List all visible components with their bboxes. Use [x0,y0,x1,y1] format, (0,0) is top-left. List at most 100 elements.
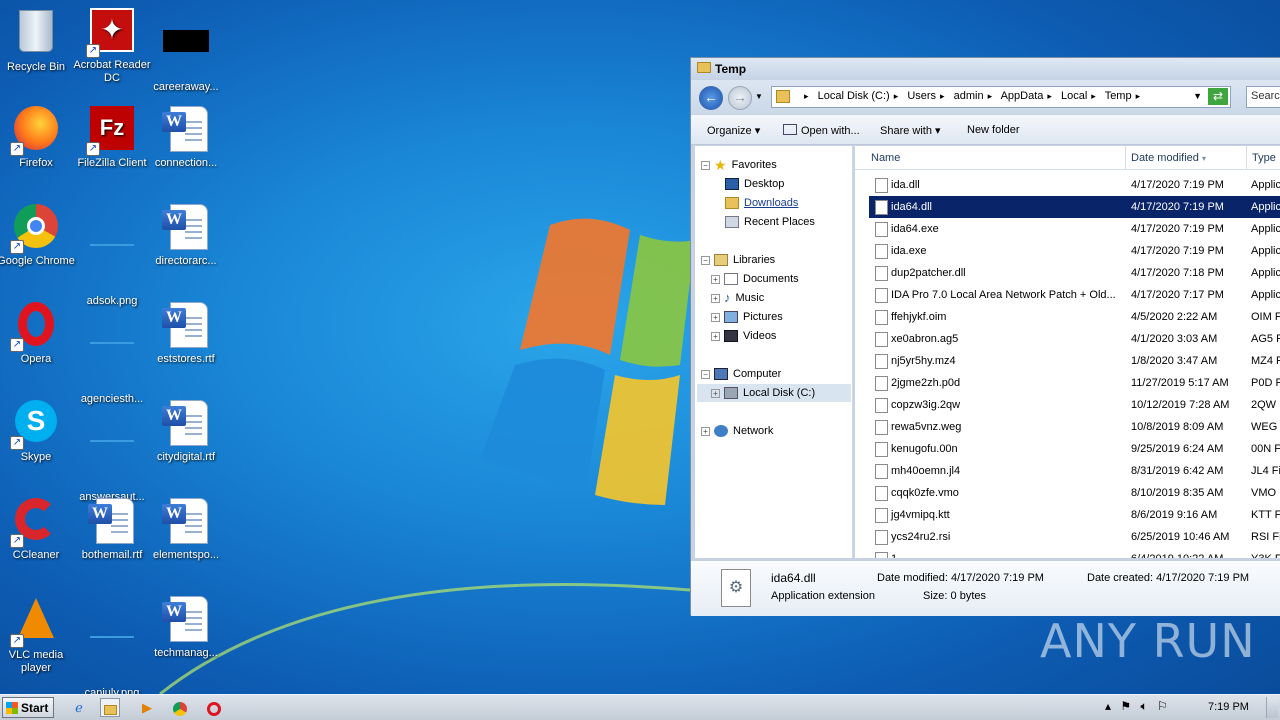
desktop-icon-citydigital[interactable]: W citydigital.rtf [146,400,226,464]
nav-downloads[interactable]: Downloads [725,194,798,212]
file-row[interactable]: kenugofu.00n 9/25/2019 6:24 AM 00N F [869,438,1280,460]
file-row[interactable]: ida.exe 4/17/2020 7:19 PM Applic [869,240,1280,262]
desktop-icon-recycle-bin[interactable]: Recycle Bin [0,8,76,74]
desktop-icon-canjuly[interactable]: canjuly.png [72,596,152,700]
file-row[interactable]: jg4vmipq.ktt 8/6/2019 9:16 AM KTT Fi [869,504,1280,526]
desktop-icon [725,178,739,191]
black-file-icon [162,30,210,78]
desktop-icon-label: connection... [154,157,218,169]
column-name[interactable]: Name [871,152,900,164]
address-dropdown-icon[interactable]: ▼ [1193,91,1202,101]
anyrun-watermark: ANY RUN [1040,614,1256,668]
file-list[interactable]: Name Date modified ▾ Type ida.dll 4/17/20… [855,146,1280,558]
chrome-taskbar-icon[interactable] [170,698,190,717]
open-with-button[interactable]: Open with... [783,124,860,137]
breadcrumb-users[interactable]: Users [907,90,936,102]
breadcrumb-local[interactable]: Local [1061,90,1087,102]
file-row[interactable]: IDA Pro 7.0 Local Area Network Patch + O… [869,284,1280,306]
show-hidden-icons-icon[interactable]: ▴ [1105,699,1111,713]
file-row[interactable]: ida64.exe 4/17/2020 7:19 PM Applic [869,218,1280,240]
volume-icon[interactable]: 🔈︎ [1140,699,1147,713]
media-player-icon[interactable]: ▶ [137,698,157,717]
back-button[interactable]: ← [699,86,723,110]
desktop-icon-connection[interactable]: W connection... [146,106,226,170]
file-icon [875,354,888,369]
recycle-bin-icon [12,10,60,58]
desktop-icon-chrome[interactable]: ↗ Google Chrome [0,204,76,268]
desktop-icon-filezilla[interactable]: Fz ↗ FileZilla Client [72,106,152,170]
desktop-icon-ccleaner[interactable]: ↗ CCleaner [0,498,76,562]
breadcrumb-appdata[interactable]: AppData [1001,90,1044,102]
file-row[interactable]: ida.dll 4/17/2020 7:19 PM Applic [869,174,1280,196]
column-type[interactable]: Type [1252,152,1276,164]
nav-network[interactable]: + Network [701,422,773,440]
address-bar[interactable]: ▸ Local Disk (C:) ▸ Users ▸ admin ▸ AppData… [771,86,1231,108]
nav-videos[interactable]: + Videos [711,327,776,345]
desktop-icon-elementspo[interactable]: W elementspo... [146,498,226,562]
desktop-icon-skype[interactable]: S ↗ Skype [0,400,76,464]
explorer-taskbar-icon[interactable] [100,698,120,717]
share-with-button[interactable]: Share with ▾ [880,124,941,137]
network-tray-icon[interactable]: ⚐ [1157,699,1168,713]
desktop-icon-opera[interactable]: ↗ Opera [0,302,76,366]
file-name: xe0abron.ag5 [891,333,959,345]
taskbar-clock[interactable]: 7:19 PM [1208,701,1249,713]
desktop-icon-bothemail[interactable]: W bothemail.rtf [72,498,152,562]
window-title: Temp [715,62,747,76]
recent-places-icon [725,216,739,229]
desktop-icon-techmanag[interactable]: W techmanag... [146,596,226,660]
internet-explorer-icon[interactable]: ℯ [69,698,89,717]
breadcrumb-temp[interactable]: Temp [1105,90,1132,102]
file-row[interactable]: ffehjykf.oim 4/5/2020 2:22 AM OIM F [869,306,1280,328]
desktop-icon-adsok[interactable]: adsok.png [72,204,152,308]
file-row[interactable]: ida64.dll 4/17/2020 7:19 PM Applic [869,196,1280,218]
desktop-icon-eststores[interactable]: W eststores.rtf [146,302,226,366]
nav-pictures[interactable]: + Pictures [711,308,783,326]
file-row[interactable]: xe0abron.ag5 4/1/2020 3:03 AM AG5 F [869,328,1280,350]
file-row[interactable]: 2jgme2zh.p0d 11/27/2019 5:17 AM P0D F [869,372,1280,394]
file-row[interactable]: copzw3ig.2qw 10/12/2019 7:28 AM 2QW F [869,394,1280,416]
nav-documents[interactable]: + Documents [711,270,799,288]
navigation-pane[interactable]: − ★ Favorites Desktop Downloads Recent Pla… [695,146,853,558]
nav-desktop[interactable]: Desktop [725,175,784,193]
nav-computer[interactable]: − Computer [701,365,781,383]
new-folder-button[interactable]: New folder [967,124,1020,136]
file-row[interactable]: mh40oemn.jl4 8/31/2019 6:42 AM JL4 Fi [869,460,1280,482]
file-row[interactable]: nj5yr5hy.mz4 1/8/2020 3:47 AM MZ4 F [869,350,1280,372]
nav-favorites[interactable]: − ★ Favorites [701,156,777,174]
desktop-icon-vlc[interactable]: ↗ VLC media player [0,596,76,675]
desktop-icon-firefox[interactable]: ↗ Firefox [0,106,76,170]
file-date: 10/8/2019 8:09 AM [1131,421,1224,433]
nav-local-disk[interactable]: + Local Disk (C:) [697,384,851,402]
forward-button[interactable]: → [728,86,752,110]
opera-taskbar-icon[interactable] [204,698,224,717]
filezilla-icon: Fz ↗ [86,106,136,156]
organize-button[interactable]: Organize ▾ [707,124,760,137]
file-date: 11/27/2019 5:17 AM [1131,377,1229,389]
window-titlebar[interactable]: Temp [691,58,1280,79]
file-row[interactable]: dup2patcher.dll 4/17/2020 7:18 PM Applic [869,262,1280,284]
column-date-modified[interactable]: Date modified ▾ [1131,152,1206,164]
file-row[interactable]: 1... 6/4/2019 10:22 AM Y3K Fi [869,548,1280,558]
breadcrumb-admin[interactable]: admin [954,90,984,102]
desktop-icon-acrobat[interactable]: ✦ ↗ Acrobat Reader DC [72,8,152,85]
refresh-icon[interactable]: ⇄ [1208,88,1228,105]
nav-libraries[interactable]: − Libraries [701,251,775,269]
show-desktop-button[interactable] [1266,697,1278,718]
desktop-icon-directorarc[interactable]: W directorarc... [146,204,226,268]
search-input[interactable]: Search [1246,86,1280,108]
file-row[interactable]: cqqk0zfe.vmo 8/10/2019 8:35 AM VMO F [869,482,1280,504]
nav-music[interactable]: + ♪ Music [711,289,764,307]
desktop-icon-answersaut[interactable]: answersaut... [72,400,152,504]
videos-icon [724,330,738,343]
history-dropdown-icon[interactable]: ▼ [755,92,763,101]
breadcrumb-localdisk[interactable]: Local Disk (C:) [818,90,890,102]
start-button[interactable]: Start [2,697,54,718]
nav-recent-places[interactable]: Recent Places [725,213,815,231]
desktop-icon-agencies[interactable]: agenciesth... [72,302,152,406]
action-center-flag-icon[interactable]: ⚑ [1120,699,1131,713]
explorer-window[interactable]: Temp ← → ▼ ▸ Local Disk (C:) ▸ Users ▸ adm… [690,57,1280,616]
file-row[interactable]: ycs24ru2.rsi 6/25/2019 10:46 AM RSI Fi [869,526,1280,548]
file-row[interactable]: rewa5vnz.weg 10/8/2019 8:09 AM WEG F [869,416,1280,438]
desktop-icon-careeraway[interactable]: careeraway... [146,8,226,94]
